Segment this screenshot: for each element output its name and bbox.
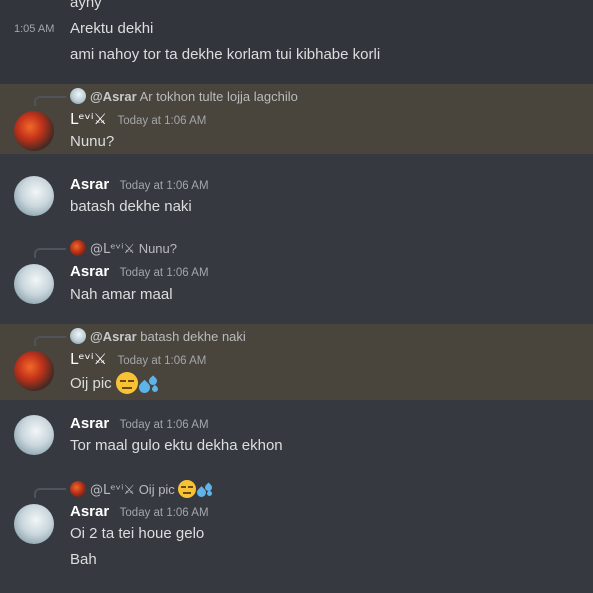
reply-spine: [34, 488, 66, 498]
avatar[interactable]: [14, 111, 54, 151]
message-text: Nah amar maal: [70, 286, 173, 303]
reply-text: Ar tokhon tulte lojja lagchilo: [139, 89, 298, 104]
message-asrar-batash[interactable]: Asrar Today at 1:06 AM batash dekhe naki: [0, 166, 593, 226]
reply-spine: [34, 248, 66, 258]
message-time: Today at 1:06 AM: [117, 115, 207, 127]
sweat-droplets-emoji-icon: [136, 372, 160, 396]
message-time: Today at 1:06 AM: [119, 507, 209, 519]
reply-spine: [34, 336, 66, 346]
avatar[interactable]: [14, 176, 54, 216]
reply-text: batash dekhe naki: [140, 329, 246, 344]
message-header: Asrar Today at 1:06 AM: [70, 415, 209, 433]
message-timestamp: 1:05 AM: [14, 23, 55, 35]
message-asrar-maal[interactable]: @Lᵉᵛⁱ⚔ Nunu? Asrar Today at 1:06 AM Nah …: [0, 234, 593, 314]
author-name[interactable]: Asrar: [70, 503, 109, 520]
author-name[interactable]: Asrar: [70, 415, 109, 432]
message-levi-oij-pic[interactable]: @Asrar batash dekhe naki Lᵉᵛⁱ⚔ Today at …: [0, 324, 593, 400]
reply-author[interactable]: @Lᵉᵛⁱ⚔: [90, 483, 135, 498]
message-text: batash dekhe naki: [70, 198, 192, 215]
message-levi-nunu[interactable]: @Asrar Ar tokhon tulte lojja lagchilo Lᵉ…: [0, 84, 593, 154]
reply-avatar: [70, 481, 86, 497]
avatar[interactable]: [14, 351, 54, 391]
reply-preview[interactable]: @Lᵉᵛⁱ⚔ Oij pic: [70, 480, 214, 499]
message-text: Oi 2 ta tei houe gelo: [70, 525, 205, 542]
reply-author[interactable]: @Lᵉᵛⁱ⚔: [90, 242, 135, 257]
reply-preview[interactable]: @Asrar batash dekhe naki: [70, 328, 246, 344]
message-text: ayhy: [70, 0, 102, 11]
message-asrar-tor-maal[interactable]: Asrar Today at 1:06 AM Tor maal gulo ekt…: [0, 405, 593, 465]
message-group-top[interactable]: ayhy 1:05 AM Arektu dekhi ami nahoy tor …: [0, 0, 593, 84]
reply-spine: [34, 96, 66, 106]
message-header: Lᵉᵛⁱ⚔ Today at 1:06 AM: [70, 350, 206, 369]
expressionless-face-emoji-icon: [115, 372, 138, 394]
reply-avatar: [70, 240, 86, 256]
message-header: Asrar Today at 1:06 AM: [70, 503, 209, 521]
message-text: Arektu dekhi: [70, 20, 154, 37]
expressionless-face-emoji-icon: [178, 480, 197, 498]
reply-author[interactable]: @Asrar: [90, 89, 137, 104]
author-name[interactable]: Lᵉᵛⁱ⚔: [70, 110, 107, 128]
reply-text: Oij pic: [138, 482, 175, 497]
message-text: Nunu?: [70, 133, 115, 150]
sweat-droplets-emoji-icon: [195, 480, 214, 499]
avatar[interactable]: [14, 415, 54, 455]
reply-author[interactable]: @Asrar: [90, 329, 137, 344]
message-time: Today at 1:06 AM: [119, 419, 209, 431]
author-name[interactable]: Lᵉᵛⁱ⚔: [70, 350, 107, 368]
message-time: Today at 1:06 AM: [117, 355, 207, 367]
message-text: Bah: [70, 551, 97, 568]
message-text: Oij pic: [70, 375, 112, 392]
reply-preview[interactable]: @Asrar Ar tokhon tulte lojja lagchilo: [70, 88, 298, 104]
message-text: Tor maal gulo ektu dekha ekhon: [70, 437, 283, 454]
author-name[interactable]: Asrar: [70, 263, 109, 280]
avatar[interactable]: [14, 504, 54, 544]
message-header: Asrar Today at 1:06 AM: [70, 263, 209, 281]
message-text-row: Oij pic: [70, 372, 160, 396]
message-time: Today at 1:06 AM: [119, 267, 209, 279]
reply-avatar: [70, 88, 86, 104]
author-name[interactable]: Asrar: [70, 176, 109, 193]
avatar[interactable]: [14, 264, 54, 304]
reply-avatar: [70, 328, 86, 344]
message-time: Today at 1:06 AM: [119, 180, 209, 192]
message-text: ami nahoy tor ta dekhe korlam tui kibhab…: [70, 46, 381, 63]
message-header: Lᵉᵛⁱ⚔ Today at 1:06 AM: [70, 110, 206, 129]
reply-text: Nunu?: [138, 241, 177, 256]
message-header: Asrar Today at 1:06 AM: [70, 176, 209, 194]
message-asrar-oi-2[interactable]: @Lᵉᵛⁱ⚔ Oij pic Asrar Today at 1:06 AM Oi…: [0, 474, 593, 593]
reply-preview[interactable]: @Lᵉᵛⁱ⚔ Nunu?: [70, 240, 177, 257]
